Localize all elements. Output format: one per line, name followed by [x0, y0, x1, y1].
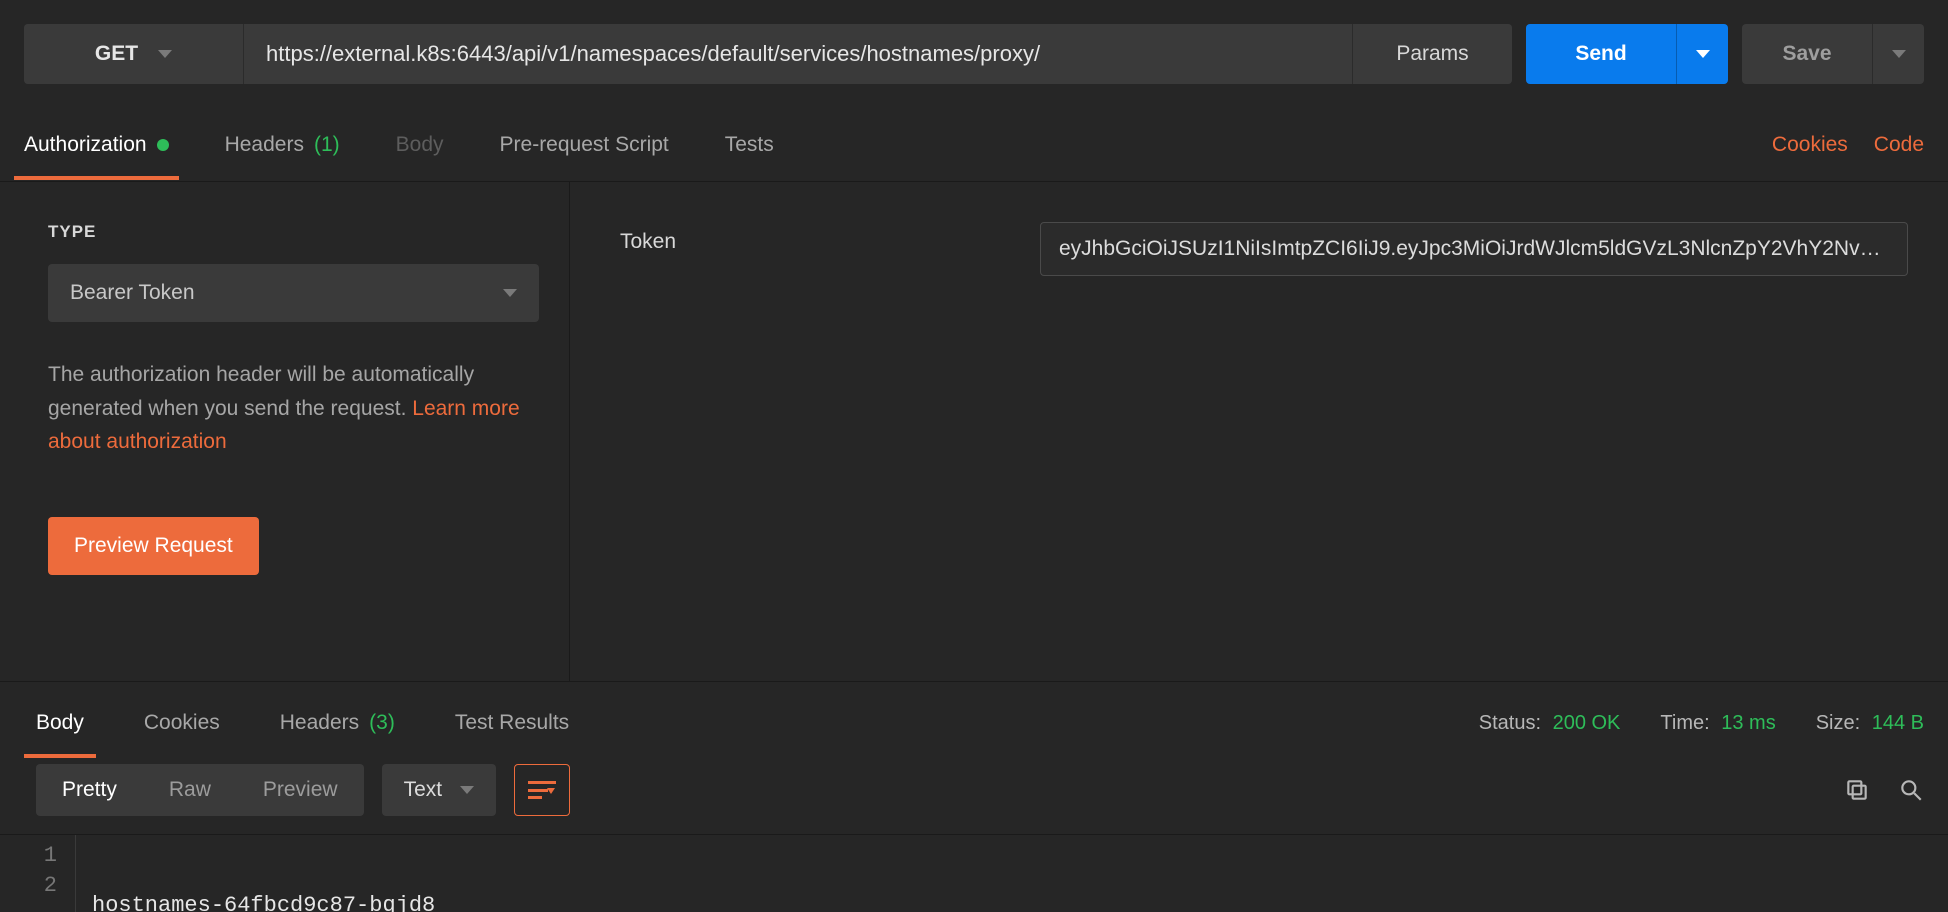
- status-value: 200 OK: [1553, 712, 1621, 734]
- auth-type-select[interactable]: Bearer Token: [48, 264, 539, 322]
- http-method-value: GET: [95, 42, 138, 66]
- time-value: 13 ms: [1721, 712, 1775, 734]
- send-button-group: Send: [1526, 24, 1728, 84]
- tab-label: Test Results: [455, 711, 569, 735]
- chevron-down-icon: [1892, 50, 1906, 58]
- body-format-value: Text: [404, 778, 443, 802]
- tab-headers[interactable]: Headers (1): [225, 113, 340, 177]
- url-input[interactable]: [244, 24, 1352, 84]
- url-bar: GET Params Send Save: [0, 0, 1948, 108]
- preview-request-button[interactable]: Preview Request: [48, 517, 259, 575]
- tab-label: Headers: [280, 711, 359, 735]
- send-dropdown[interactable]: [1676, 24, 1728, 84]
- chevron-down-icon: [503, 289, 517, 297]
- tab-label: Body: [36, 711, 84, 735]
- params-button[interactable]: Params: [1352, 24, 1512, 84]
- request-right-links: Cookies Code: [1772, 133, 1924, 157]
- request-tabs: Authorization Headers (1) Body Pre-reque…: [24, 113, 774, 177]
- size-meta: Size: 144 B: [1816, 712, 1924, 735]
- save-label: Save: [1782, 42, 1831, 66]
- preview-request-label: Preview Request: [74, 534, 233, 558]
- tab-label: Body: [396, 133, 444, 157]
- body-view-preview[interactable]: Preview: [237, 764, 364, 816]
- tab-authorization[interactable]: Authorization: [24, 113, 169, 177]
- tab-label: Tests: [725, 133, 774, 157]
- response-tabs-row: Body Cookies Headers (3) Test Results St…: [0, 682, 1948, 764]
- tab-response-body[interactable]: Body: [36, 691, 84, 755]
- line-number: 1: [0, 841, 57, 871]
- response-body-editor: 1 2 hostnames-64fbcd9c87-bqjd8: [0, 834, 1948, 912]
- response-toolbar: Pretty Raw Preview Text: [0, 764, 1948, 834]
- http-method-select[interactable]: GET: [24, 24, 244, 84]
- save-button[interactable]: Save: [1742, 24, 1872, 84]
- tab-label: Pre-request Script: [500, 133, 669, 157]
- body-view-mode: Pretty Raw Preview: [36, 764, 364, 816]
- response-tabs: Body Cookies Headers (3) Test Results: [36, 691, 569, 755]
- chevron-down-icon: [1696, 50, 1710, 58]
- save-dropdown[interactable]: [1872, 24, 1924, 84]
- token-label: Token: [620, 222, 980, 641]
- cookies-link[interactable]: Cookies: [1772, 133, 1848, 157]
- send-button[interactable]: Send: [1526, 24, 1676, 84]
- status-label: Status:: [1479, 712, 1541, 734]
- tab-count: (1): [314, 133, 340, 157]
- code-link[interactable]: Code: [1874, 133, 1924, 157]
- search-icon: [1898, 777, 1924, 803]
- tab-response-headers[interactable]: Headers (3): [280, 691, 395, 755]
- tab-prerequest-script[interactable]: Pre-request Script: [500, 113, 669, 177]
- seg-label: Preview: [263, 778, 338, 802]
- tab-label: Cookies: [144, 711, 220, 735]
- gutter: 1 2: [0, 835, 76, 912]
- save-button-group: Save: [1742, 24, 1924, 84]
- method-url-group: GET Params: [24, 24, 1512, 84]
- tab-label: Authorization: [24, 133, 147, 157]
- auth-type-value: Bearer Token: [70, 281, 195, 305]
- seg-label: Raw: [169, 778, 211, 802]
- copy-icon: [1844, 777, 1870, 803]
- status-meta: Status: 200 OK: [1479, 712, 1621, 735]
- time-meta: Time: 13 ms: [1660, 712, 1775, 735]
- size-label: Size:: [1816, 712, 1860, 734]
- token-input[interactable]: [1040, 222, 1908, 276]
- search-response-button[interactable]: [1898, 777, 1924, 803]
- response-toolbar-right: [1844, 777, 1924, 803]
- chevron-down-icon: [460, 786, 474, 794]
- tab-body[interactable]: Body: [396, 113, 444, 177]
- chevron-down-icon: [158, 50, 172, 58]
- seg-label: Pretty: [62, 778, 117, 802]
- size-value: 144 B: [1872, 712, 1924, 734]
- request-tabs-row: Authorization Headers (1) Body Pre-reque…: [0, 108, 1948, 182]
- tab-label: Headers: [225, 133, 304, 157]
- auth-help-prefix: The authorization header will be automat…: [48, 363, 474, 420]
- response-meta: Status: 200 OK Time: 13 ms Size: 144 B: [1479, 712, 1924, 735]
- code-area[interactable]: hostnames-64fbcd9c87-bqjd8: [76, 835, 1948, 912]
- tab-count: (3): [369, 711, 395, 735]
- authorization-left: TYPE Bearer Token The authorization head…: [0, 182, 570, 681]
- authorization-right: Token: [570, 182, 1948, 681]
- send-label: Send: [1575, 42, 1626, 66]
- tab-response-test-results[interactable]: Test Results: [455, 691, 569, 755]
- line-number: 2: [0, 871, 57, 901]
- status-dot-icon: [157, 139, 169, 151]
- tab-response-cookies[interactable]: Cookies: [144, 691, 220, 755]
- code-line: hostnames-64fbcd9c87-bqjd8: [92, 891, 1932, 912]
- line-wrap-toggle[interactable]: [514, 764, 570, 816]
- params-label: Params: [1396, 42, 1468, 66]
- body-view-raw[interactable]: Raw: [143, 764, 237, 816]
- time-label: Time:: [1660, 712, 1709, 734]
- auth-help-text: The authorization header will be automat…: [48, 358, 539, 459]
- copy-response-button[interactable]: [1844, 777, 1870, 803]
- wrap-icon: [528, 781, 556, 799]
- authorization-panel: TYPE Bearer Token The authorization head…: [0, 182, 1948, 682]
- tab-tests[interactable]: Tests: [725, 113, 774, 177]
- auth-type-label: TYPE: [48, 222, 539, 242]
- body-format-select[interactable]: Text: [382, 764, 497, 816]
- body-view-pretty[interactable]: Pretty: [36, 764, 143, 816]
